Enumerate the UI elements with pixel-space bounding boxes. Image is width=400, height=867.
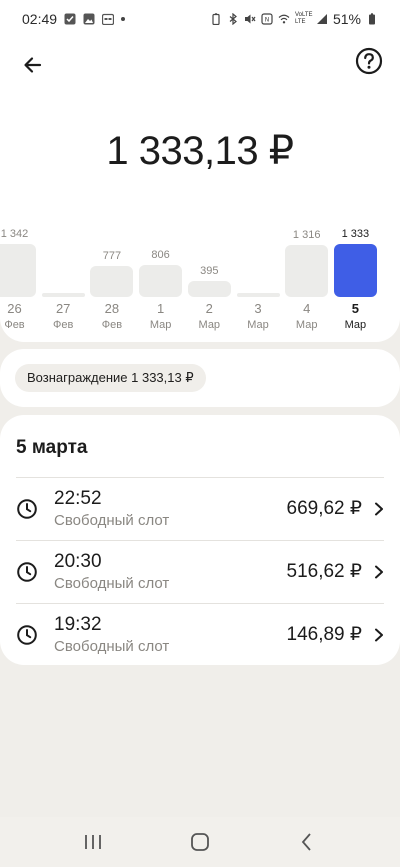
status-bar-left: 02:49 (22, 11, 126, 27)
bluetooth-icon (229, 13, 237, 25)
list-item-time: 22:52 (54, 488, 102, 509)
transactions-card: 5 марта 22:52 Свободный слот 669,62 ₽ 20… (0, 415, 400, 665)
date-heading: 5 марта (16, 437, 88, 458)
list-item-subtitle: Свободный слот (54, 512, 170, 529)
chart-month-label: Мар (344, 319, 367, 331)
battery-icon (369, 13, 375, 25)
clock-icon (17, 562, 37, 582)
list-item-amount: 146,89 ₽ (286, 624, 362, 645)
status-bar: 02:49 N VoLTE LTE 51% (0, 0, 400, 38)
chart-day-label: 3 (254, 301, 262, 316)
clock-icon (17, 499, 37, 519)
list-item[interactable]: 19:32 Свободный слот 146,89 ₽ (0, 603, 400, 666)
chevron-right-icon (375, 628, 383, 642)
chart-day-column[interactable]: 395 2 Мар (187, 218, 231, 342)
chart-month-label: Мар (149, 319, 172, 331)
chart-day-label: 2 (205, 301, 213, 316)
chart-day-label: 5 (351, 301, 359, 316)
chart-day-label: 28 (104, 301, 120, 316)
gallery-notification-icon (83, 13, 95, 25)
home-button[interactable] (180, 822, 220, 862)
chart-month-label: Фев (4, 319, 25, 331)
recents-icon (85, 835, 102, 849)
chevron-left-icon (301, 833, 311, 851)
reward-card: Вознаграждение 1 333,13 ₽ (0, 349, 400, 407)
chart-bar (139, 265, 183, 297)
chart-bar (0, 244, 36, 297)
total-earnings: 1 333,13 ₽ (106, 129, 294, 173)
divider (16, 477, 384, 478)
mute-icon (244, 14, 256, 24)
list-item[interactable]: 20:30 Свободный слот 516,62 ₽ (0, 540, 400, 603)
chevron-right-icon (375, 502, 383, 516)
calendar-notification-icon (102, 13, 115, 25)
daily-earnings-chart: 1 342 26 Фев 27 Фев 777 28 Фев 806 1 Мар 395 2 Мар 3 Ма… (0, 218, 400, 342)
question-icon (355, 47, 383, 75)
chart-day-column[interactable]: 3 Мар (236, 218, 280, 342)
chart-month-label: Фев (53, 319, 74, 331)
list-item[interactable]: 22:52 Свободный слот 669,62 ₽ (0, 477, 400, 540)
chart-bar (285, 245, 329, 297)
chart-day-column[interactable]: 777 28 Фев (90, 218, 134, 342)
battery-saver-icon (212, 13, 220, 25)
clock-icon (17, 625, 37, 645)
system-navigation-bar (0, 817, 400, 867)
chart-bar (236, 293, 280, 297)
battery-percent: 51% (332, 11, 361, 27)
list-item-subtitle: Свободный слот (54, 575, 170, 592)
chart-bar (41, 293, 85, 297)
list-item-time: 20:30 (54, 551, 102, 572)
recent-apps-button[interactable] (73, 822, 113, 862)
chart-value-label: 806 (151, 249, 170, 261)
chart-day-column[interactable]: 806 1 Мар (139, 218, 183, 342)
chart-day-label: 1 (156, 301, 165, 316)
check-notification-icon (64, 13, 76, 25)
chart-month-label: Мар (295, 319, 318, 331)
chart-day-column[interactable]: 1 342 26 Фев (0, 218, 36, 342)
chart-bar (187, 281, 231, 297)
list-item-amount: 516,62 ₽ (286, 561, 362, 582)
chart-day-label: 4 (303, 301, 311, 316)
list-item-time: 19:32 (54, 614, 102, 635)
chart-day-column[interactable]: 1 333 5 Мар (333, 218, 377, 342)
earnings-summary-card: 1 333,13 ₽ 1 342 26 Фев 27 Фев 777 28 Фев 806 1 Ма… (0, 38, 400, 342)
more-notifications-dot-icon (121, 17, 126, 21)
system-back-button[interactable] (287, 822, 327, 862)
chart-value-label: 1 342 (0, 228, 29, 240)
reward-chip[interactable]: Вознаграждение 1 333,13 ₽ (15, 364, 206, 392)
svg-text:N: N (265, 17, 270, 24)
home-icon (191, 833, 209, 851)
chart-month-label: Мар (198, 319, 221, 331)
chart-day-column[interactable]: 1 316 4 Мар (285, 218, 329, 342)
chart-day-column[interactable]: 27 Фев (41, 218, 85, 342)
chart-month-label: Мар (247, 319, 269, 331)
chevron-right-icon (375, 565, 383, 579)
chart-day-label: 27 (55, 301, 71, 316)
help-button[interactable] (354, 46, 384, 76)
chart-day-label: 26 (7, 301, 22, 316)
chart-value-label: 1 316 (292, 229, 321, 241)
nfc-icon: N (261, 13, 273, 25)
status-bar-right: N VoLTE LTE 51% (210, 11, 378, 27)
signal-icon (316, 14, 327, 24)
list-item-amount: 669,62 ₽ (286, 498, 362, 519)
back-button[interactable] (18, 50, 48, 80)
network-type-label: VoLTE LTE (294, 12, 313, 25)
divider (16, 603, 384, 604)
divider (16, 540, 384, 541)
wifi-icon (278, 14, 290, 24)
chart-month-label: Фев (101, 319, 123, 331)
chart-value-label: 395 (200, 265, 219, 277)
chart-bar (333, 244, 377, 297)
arrow-left-icon (24, 57, 42, 73)
list-item-subtitle: Свободный слот (54, 638, 170, 655)
chart-value-label: 1 333 (341, 228, 370, 240)
status-time: 02:49 (22, 11, 58, 27)
chart-bar (90, 266, 134, 297)
chart-value-label: 777 (102, 250, 122, 262)
